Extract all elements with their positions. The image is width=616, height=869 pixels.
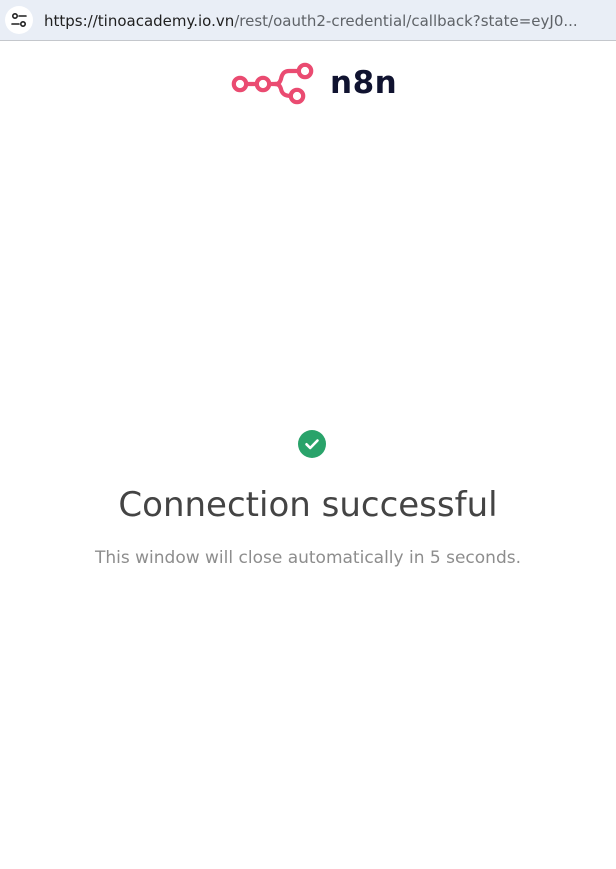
logo-text: n8n: [330, 65, 398, 101]
tune-icon: [10, 11, 28, 29]
status-title: Connection successful: [118, 485, 498, 525]
site-info-button[interactable]: [5, 6, 33, 34]
status-message: This window will close automatically in …: [94, 548, 522, 568]
address-bar: https://tinoacademy.io.vn/rest/oauth2-cr…: [0, 0, 616, 41]
url-field[interactable]: https://tinoacademy.io.vn/rest/oauth2-cr…: [44, 11, 610, 31]
n8n-logo: n8n: [230, 62, 400, 108]
check-circle-icon: [298, 430, 326, 458]
url-path: /rest/oauth2-credential/callback?state=e…: [234, 12, 578, 30]
url-host: https://tinoacademy.io.vn: [44, 12, 235, 30]
